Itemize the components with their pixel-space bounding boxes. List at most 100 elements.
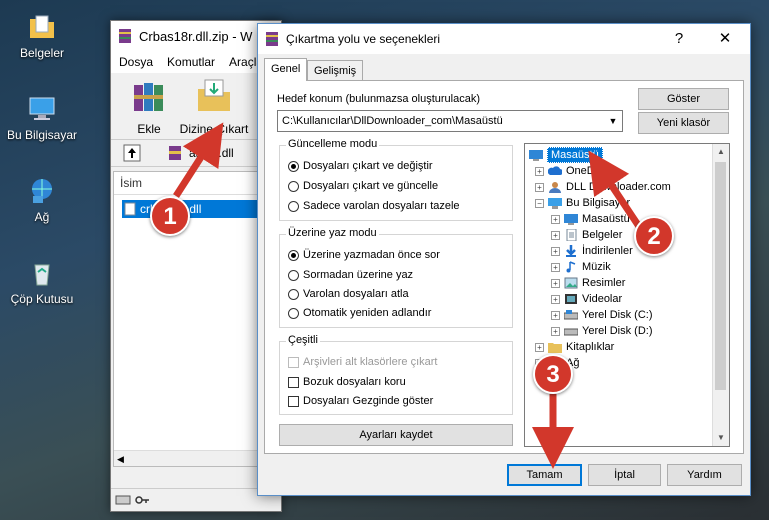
tree-item-libraries[interactable]: + Kitaplıklar <box>535 339 614 355</box>
winrar-file-list[interactable]: İsim crbas18r.dll ◀ <box>113 171 281 467</box>
tab-advanced[interactable]: Gelişmiş <box>307 60 364 81</box>
misc-group: Çeşitli Arşivleri alt klasörlere çıkart … <box>279 334 513 415</box>
tree-item-desktop-root[interactable]: Masaüstü <box>529 147 603 163</box>
winrar-title-bar[interactable]: Crbas18r.dll.zip - W <box>111 21 281 51</box>
radio-button[interactable] <box>288 200 299 212</box>
radio-button[interactable] <box>288 307 299 319</box>
tab-general[interactable]: Genel <box>264 58 308 81</box>
destination-label: Hedef konum (bulunmazsa oluşturulacak) <box>277 93 480 105</box>
scroll-thumb[interactable] <box>715 162 726 390</box>
tree-item-local-disk-d[interactable]: + Yerel Disk (D:) <box>551 323 653 339</box>
radio-auto-rename[interactable]: Otomatik yeniden adlandır <box>288 307 431 319</box>
scroll-down-icon[interactable]: ▼ <box>713 430 729 446</box>
tree-item-local-disk-c[interactable]: + Yerel Disk (C:) <box>551 307 653 323</box>
radio-extract-replace[interactable]: Dosyaları çıkart ve değiştir <box>288 160 433 172</box>
checkbox <box>288 356 299 368</box>
desktop-icon-network[interactable]: Ağ <box>4 176 80 224</box>
menu-file[interactable]: Dosya <box>119 55 153 69</box>
tree-item-music[interactable]: + Müzik <box>551 259 611 275</box>
step-marker-2: 2 <box>634 216 674 256</box>
desktop-icon-label: Belgeler <box>19 46 65 60</box>
overwrite-mode-group: Üzerine yaz modu Üzerine yazmadan önce s… <box>279 227 513 328</box>
save-settings-button[interactable]: Ayarları kaydet <box>279 424 513 446</box>
computer-icon <box>548 198 562 209</box>
radio-skip-existing[interactable]: Varolan dosyaları atla <box>288 288 409 300</box>
tree-item-this-pc[interactable]: − Bu Bilgisayar <box>535 195 630 211</box>
pictures-icon <box>564 277 578 289</box>
checkbox-show-in-explorer[interactable]: Dosyaları Gezginde göster <box>288 395 433 407</box>
radio-button[interactable] <box>288 288 299 300</box>
tree-item-desktop[interactable]: + Masaüstü <box>551 211 630 227</box>
menu-commands[interactable]: Komutlar <box>167 55 215 69</box>
radio-button[interactable] <box>288 160 299 172</box>
radio-freshen-existing[interactable]: Sadece varolan dosyaları tazele <box>288 200 460 212</box>
tree-item-pictures[interactable]: + Resimler <box>551 275 625 291</box>
expand-icon[interactable]: + <box>535 166 544 176</box>
expand-icon[interactable]: + <box>551 278 560 288</box>
update-mode-group: Güncelleme modu Dosyaları çıkart ve deği… <box>279 138 513 221</box>
tree-label: Masaüstü <box>547 147 603 163</box>
expand-icon[interactable]: + <box>551 294 560 304</box>
extraction-dialog: Çıkartma yolu ve seçenekleri ? ✕ Genel G… <box>257 23 751 496</box>
radio-extract-update[interactable]: Dosyaları çıkart ve güncelle <box>288 180 438 192</box>
radio-button[interactable] <box>288 180 299 192</box>
expand-icon[interactable]: + <box>551 230 560 240</box>
option-label: Arşivleri alt klasörlere çıkart <box>303 356 438 368</box>
tree-item-downloads[interactable]: + İndirilenler <box>551 243 633 259</box>
desktop-icon-documents[interactable]: Belgeler <box>4 12 80 60</box>
music-icon <box>566 261 576 273</box>
checkbox-keep-broken-files[interactable]: Bozuk dosyaları koru <box>288 376 406 388</box>
expand-icon[interactable]: + <box>535 182 544 192</box>
radio-button[interactable] <box>288 249 299 261</box>
option-label: Dosyaları çıkart ve güncelle <box>303 180 439 192</box>
close-button[interactable]: ✕ <box>702 24 748 54</box>
expand-icon[interactable]: + <box>551 262 560 272</box>
dialog-title-bar[interactable]: Çıkartma yolu ve seçenekleri ? ✕ <box>258 24 750 54</box>
expand-icon[interactable]: + <box>535 342 544 352</box>
extract-folder-icon <box>198 79 230 111</box>
show-button[interactable]: Göster <box>638 88 729 110</box>
folder-tree[interactable]: Masaüstü + OneDrive + DLL Downloader.com… <box>524 143 730 447</box>
add-button[interactable]: Ekle <box>119 75 179 136</box>
tree-vertical-scrollbar[interactable]: ▲ ▼ <box>712 144 729 446</box>
horizontal-scrollbar[interactable]: ◀ <box>114 450 280 466</box>
extract-to-button[interactable]: Dizine Çıkart <box>179 75 249 136</box>
network-icon <box>32 179 52 203</box>
overwrite-mode-title: Üzerine yaz modu <box>286 227 379 239</box>
checkbox[interactable] <box>288 376 299 388</box>
radio-button[interactable] <box>288 269 299 281</box>
expand-icon[interactable]: + <box>551 214 560 224</box>
tree-item-videos[interactable]: + Videolar <box>551 291 622 307</box>
help-title-button[interactable]: ? <box>656 24 702 54</box>
up-folder-icon[interactable] <box>123 144 141 162</box>
desktop-icon-recycle-bin[interactable]: Çöp Kutusu <box>4 258 80 306</box>
checkbox[interactable] <box>288 395 299 407</box>
tree-item-onedrive[interactable]: + OneDrive <box>535 163 612 179</box>
ok-button[interactable]: Tamam <box>507 464 582 486</box>
winrar-path[interactable]: as18r.dll <box>189 146 234 160</box>
tree-label: DLL Downloader.com <box>566 181 671 193</box>
checkbox-extract-to-subfolders: Arşivleri alt klasörlere çıkart <box>288 356 437 368</box>
tree-label: Videolar <box>582 293 623 305</box>
tree-item-user[interactable]: + DLL Downloader.com <box>535 179 671 195</box>
desktop-icon-label: Ağ <box>34 210 50 224</box>
chevron-down-icon[interactable]: ▼ <box>604 111 622 131</box>
cancel-button[interactable]: İptal <box>588 464 661 486</box>
expand-icon[interactable]: + <box>551 310 560 320</box>
file-row-selected[interactable]: crbas18r.dll <box>122 200 262 218</box>
scroll-up-icon[interactable]: ▲ <box>713 144 729 160</box>
radio-ask-before-overwrite[interactable]: Üzerine yazmadan önce sor <box>288 249 440 261</box>
column-header-name[interactable]: İsim <box>114 172 280 195</box>
help-button[interactable]: Yardım <box>667 464 742 486</box>
new-folder-button[interactable]: Yeni klasör <box>638 112 729 134</box>
desktop-icon-computer[interactable]: Bu Bilgisayar <box>4 94 80 142</box>
destination-path-combo[interactable]: C:\Kullanıcılar\DllDownloader_com\Masaüs… <box>277 110 623 132</box>
tree-item-documents[interactable]: + Belgeler <box>551 227 622 243</box>
radio-overwrite-without-prompt[interactable]: Sormadan üzerine yaz <box>288 269 413 281</box>
option-label: Sadece varolan dosyaları tazele <box>303 200 460 212</box>
expand-icon[interactable]: + <box>551 326 560 336</box>
download-icon <box>566 245 576 257</box>
collapse-icon[interactable]: − <box>535 198 544 208</box>
option-label: Dosyaları çıkart ve değiştir <box>303 160 433 172</box>
expand-icon[interactable]: + <box>551 246 560 256</box>
